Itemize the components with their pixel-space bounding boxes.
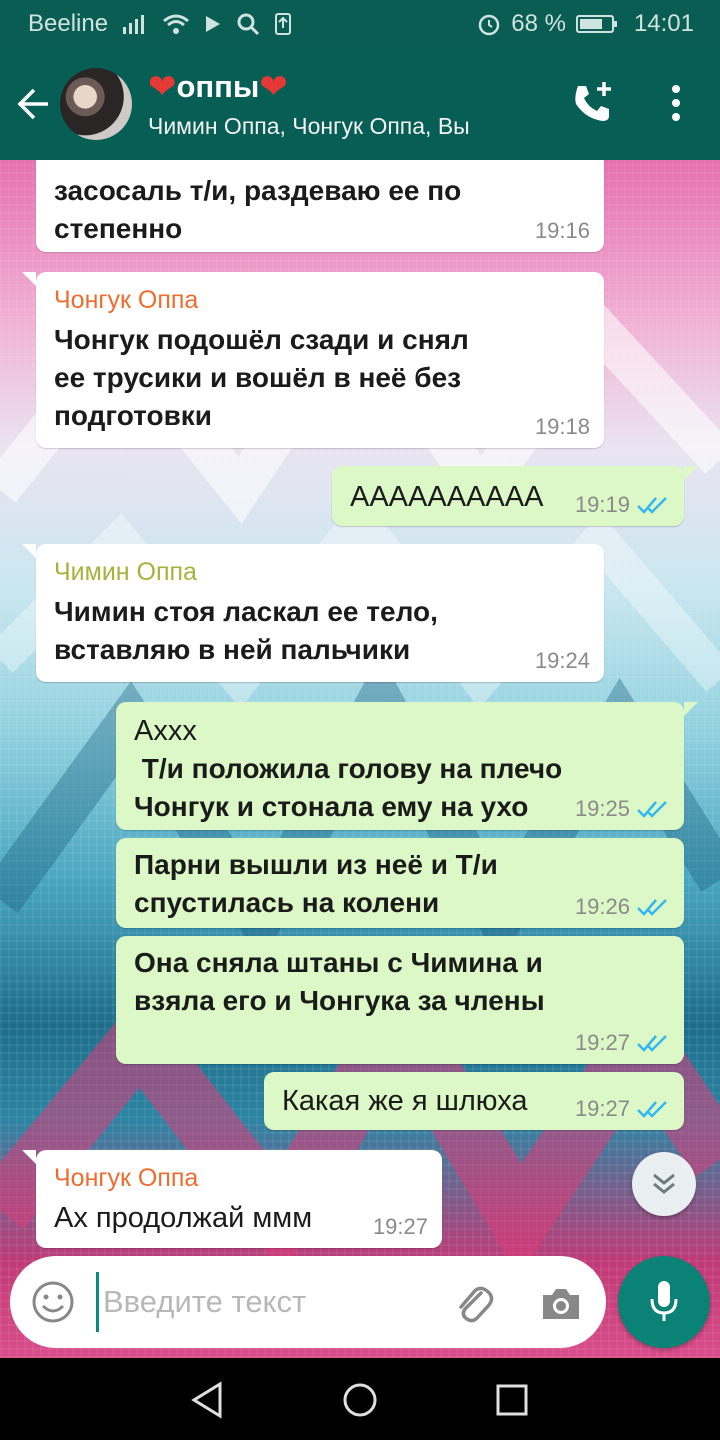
- wifi-icon: [162, 13, 190, 35]
- system-nav-bar: [0, 1358, 720, 1440]
- read-ticks-icon: [637, 1035, 667, 1052]
- search-icon: [236, 12, 260, 36]
- message-meta: 19:26: [575, 894, 670, 920]
- message-time: 19:24: [534, 648, 590, 673]
- message-time: 19:25: [574, 796, 630, 821]
- message-time: 19:18: [534, 414, 590, 439]
- message-text: Ах продолжай ммм: [54, 1202, 313, 1234]
- message-bubble-incoming[interactable]: засосаль т/и, раздеваю ее по степенно 19…: [36, 160, 604, 252]
- message-meta: 19:27: [575, 1096, 670, 1122]
- nav-back-button[interactable]: [186, 1378, 230, 1422]
- message-bubble-outgoing[interactable]: Она сняла штаны с Чимина и взяла его и Ч…: [116, 936, 684, 1064]
- message-bubble-incoming[interactable]: Чонгук Оппа Ах продолжай ммм 19:27: [22, 1150, 442, 1248]
- nav-back-icon: [191, 1381, 222, 1419]
- more-options-button[interactable]: [656, 78, 696, 128]
- avatar[interactable]: [60, 68, 132, 140]
- alarm-icon: [477, 12, 501, 36]
- message-bubble-incoming[interactable]: Чонгук Оппа Чонгук подошёл сзади и снял …: [22, 272, 604, 448]
- message-meta: 19:18: [535, 414, 590, 440]
- message-text: засосаль т/и, раздеваю ее по степенно: [54, 175, 462, 244]
- message-text: Чимин стоя ласкал ее тело, вставляю в не…: [54, 596, 438, 665]
- message-time: 19:16: [534, 218, 590, 243]
- battery-icon: [575, 13, 618, 35]
- message-bubble-outgoing[interactable]: Парни вышли из неё и Т/и спустилась на к…: [116, 838, 684, 928]
- attach-button[interactable]: [450, 1280, 496, 1326]
- add-call-button[interactable]: [568, 78, 618, 128]
- message-time: 19:27: [574, 1030, 630, 1055]
- read-ticks-icon: [637, 1101, 667, 1118]
- message-meta: 19:27: [373, 1214, 428, 1240]
- signal-icon: [122, 13, 148, 35]
- more-vert-icon: [672, 85, 680, 121]
- double-chevron-down-icon: [653, 1173, 675, 1194]
- voice-record-button[interactable]: [618, 1256, 710, 1348]
- chat-participants: Чимин Оппа, Чонгук Оппа, Вы: [148, 112, 470, 139]
- message-text: Чонгук подошёл сзади и снял ее трусики и…: [54, 324, 469, 431]
- camera-button[interactable]: [538, 1280, 584, 1326]
- message-text: Она сняла штаны с Чимина и взяла его и Ч…: [134, 947, 545, 1016]
- back-arrow-icon: [17, 88, 48, 120]
- message-bubble-incoming[interactable]: Чимин Оппа Чимин стоя ласкал ее тело, вс…: [22, 544, 604, 682]
- clock: 14:01: [633, 10, 694, 37]
- message-time: 19:26: [574, 894, 630, 919]
- message-meta: 19:24: [535, 648, 590, 674]
- chat-title-block[interactable]: ❤ оппы ❤ Чимин Оппа, Чонгук Оппа, Вы: [148, 69, 470, 140]
- chat-header: ❤ оппы ❤ Чимин Оппа, Чонгук Оппа, Вы: [0, 48, 720, 160]
- nav-home-button[interactable]: [338, 1378, 382, 1422]
- chat-title-text: оппы: [176, 68, 260, 104]
- message-composer: [10, 1256, 606, 1348]
- add-call-icon: [575, 82, 611, 121]
- back-button[interactable]: [4, 48, 64, 160]
- nav-recents-icon: [496, 1384, 528, 1416]
- camera-icon: [543, 1289, 579, 1319]
- upload-icon: [274, 12, 292, 36]
- nav-recents-button[interactable]: [490, 1378, 534, 1422]
- scroll-to-bottom-button[interactable]: [632, 1152, 696, 1216]
- chat-area[interactable]: засосаль т/и, раздеваю ее по степенно 19…: [0, 160, 720, 1358]
- paperclip-icon: [459, 1286, 494, 1323]
- heart-icon: ❤: [259, 67, 288, 106]
- carrier-label: Beeline: [28, 10, 109, 37]
- read-ticks-icon: [637, 801, 667, 818]
- read-ticks-icon: [637, 497, 667, 514]
- sender-name[interactable]: Чонгук Оппа: [54, 1164, 424, 1193]
- message-time: 19:27: [574, 1096, 630, 1121]
- heart-icon: ❤: [148, 67, 177, 106]
- play-icon: [204, 13, 222, 35]
- chat-title: ❤ оппы ❤: [148, 69, 470, 105]
- sender-name[interactable]: Чонгук Оппа: [54, 286, 586, 315]
- nav-home-icon: [343, 1383, 377, 1417]
- message-bubble-outgoing[interactable]: Какая же я шлюха 19:27: [264, 1072, 684, 1130]
- message-meta: 19:19: [575, 492, 670, 518]
- message-meta: 19:25: [575, 796, 670, 822]
- sender-name[interactable]: Чимин Оппа: [54, 558, 586, 587]
- message-time: 19:27: [372, 1214, 428, 1239]
- emoji-icon: [32, 1281, 74, 1323]
- read-ticks-icon: [637, 899, 667, 916]
- status-bar: Beeline 68 % 14:01: [0, 0, 720, 48]
- message-input[interactable]: [96, 1272, 456, 1332]
- microphone-icon: [650, 1281, 678, 1321]
- message-meta: 19:27: [575, 1030, 670, 1056]
- message-bubble-outgoing[interactable]: АААААААААА 19:19: [332, 466, 698, 526]
- message-text-line: Ахxx: [134, 715, 197, 747]
- message-time: 19:19: [574, 492, 630, 517]
- message-bubble-outgoing[interactable]: Ахxx Т/и положила голову на плечо Чонгук…: [116, 702, 698, 830]
- battery-percent: 68 %: [511, 10, 566, 37]
- message-meta: 19:16: [535, 218, 590, 244]
- emoji-button[interactable]: [30, 1279, 76, 1325]
